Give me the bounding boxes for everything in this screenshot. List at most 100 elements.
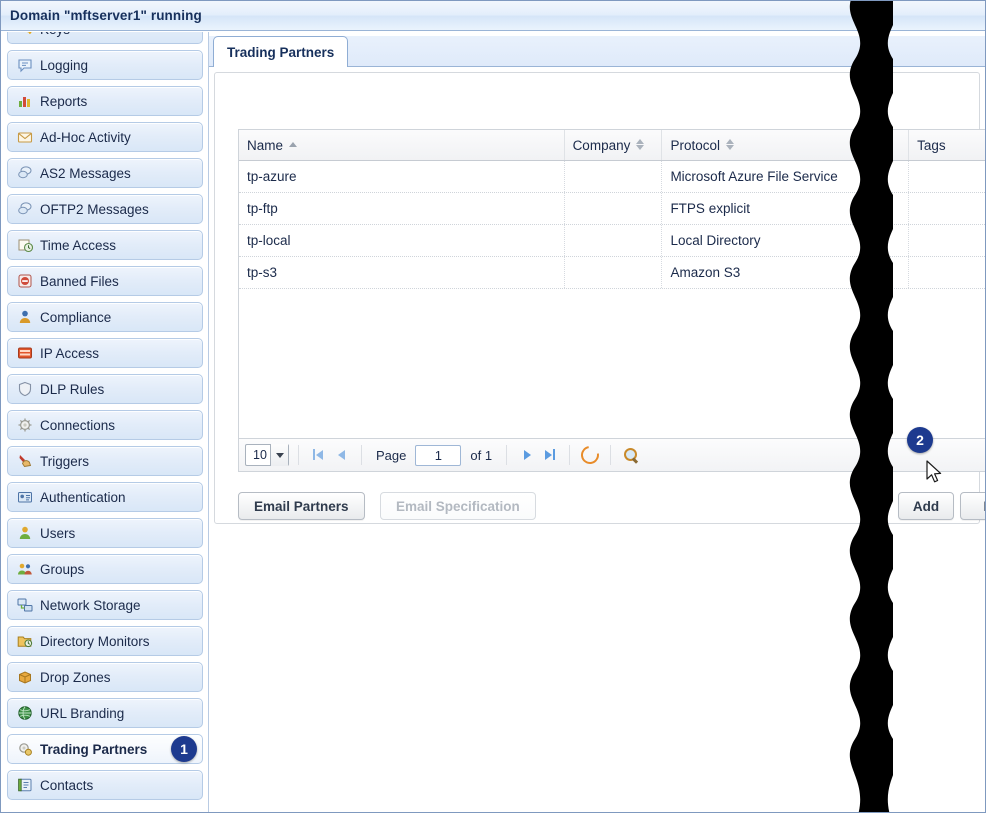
sidebar-item-compliance[interactable]: Compliance	[7, 302, 203, 332]
sidebar-item-contacts[interactable]: Contacts	[7, 770, 203, 800]
table-row[interactable]: tp-ftp FTPS explicit	[239, 193, 986, 225]
sidebar-item-label: Trading Partners	[40, 742, 147, 757]
mouse-cursor	[926, 460, 944, 486]
sidebar-item-triggers[interactable]: Triggers	[7, 446, 203, 476]
compliance-user-icon	[17, 309, 33, 325]
cell-name: tp-azure	[239, 161, 565, 192]
table-row[interactable]: tp-azure Microsoft Azure File Service	[239, 161, 986, 193]
reports-chart-icon	[17, 93, 33, 109]
sort-toggle-icon	[636, 139, 645, 151]
search-icon[interactable]	[620, 444, 642, 466]
sidebar-item-label: Directory Monitors	[40, 634, 150, 649]
domain-status-title: Domain "mftserver1" running	[10, 8, 202, 23]
trading-partners-panel: Name Company Protocol Tags	[214, 72, 980, 524]
sidebar-item-url-branding[interactable]: URL Branding	[7, 698, 203, 728]
table-row[interactable]: tp-local Local Directory	[239, 225, 986, 257]
sidebar-item-reports[interactable]: Reports	[7, 86, 203, 116]
table-row[interactable]: tp-s3 Amazon S3	[239, 257, 986, 289]
sidebar-item-label: URL Branding	[40, 706, 124, 721]
grid-pager-toolbar: 10 Page 1 of 1	[238, 439, 986, 472]
trading-partners-grid[interactable]: Name Company Protocol Tags	[238, 129, 986, 439]
sidebar-item-label: Logging	[40, 58, 88, 73]
edit-button[interactable]: E	[960, 492, 986, 520]
step-badge-1: 1	[171, 736, 197, 762]
oftp2-messages-icon	[17, 201, 33, 217]
ip-access-icon	[17, 345, 33, 361]
sidebar-item-users[interactable]: Users	[7, 518, 203, 548]
sidebar-item-network-storage[interactable]: Network Storage	[7, 590, 203, 620]
page-size-select[interactable]: 10	[245, 444, 289, 466]
contacts-book-icon	[17, 777, 33, 793]
previous-page-icon[interactable]	[330, 444, 352, 466]
sidebar-item-time-access[interactable]: Time Access	[7, 230, 203, 260]
sidebar-item-groups[interactable]: Groups	[7, 554, 203, 584]
column-header-name[interactable]: Name	[239, 130, 565, 160]
add-button[interactable]: Add	[898, 492, 954, 520]
sidebar-item-label: Connections	[40, 418, 115, 433]
globe-icon	[17, 705, 33, 721]
sidebar-item-dlp-rules[interactable]: DLP Rules	[7, 374, 203, 404]
cell-company	[565, 193, 663, 224]
sidebar-item-label: AS2 Messages	[40, 166, 131, 181]
sidebar-item-label: IP Access	[40, 346, 99, 361]
cell-tags	[909, 225, 986, 256]
network-storage-icon	[17, 597, 33, 613]
refresh-icon[interactable]	[579, 444, 601, 466]
sidebar-item-banned-files[interactable]: Banned Files	[7, 266, 203, 296]
tab-trading-partners[interactable]: Trading Partners	[213, 36, 348, 67]
page-label: Page	[376, 448, 406, 463]
time-access-icon	[17, 237, 33, 253]
column-header-company[interactable]: Company	[565, 130, 663, 160]
sidebar-item-keys[interactable]: Keys	[7, 32, 203, 44]
application-window: Domain "mftserver1" running Keys Logging…	[0, 0, 986, 813]
chevron-down-icon[interactable]	[270, 444, 288, 466]
cell-company	[565, 161, 663, 192]
trading-partners-icon	[17, 741, 33, 757]
email-specification-button[interactable]: Email Specification	[380, 492, 536, 520]
connections-icon	[17, 417, 33, 433]
drop-zone-box-icon	[17, 669, 33, 685]
cell-name: tp-ftp	[239, 193, 565, 224]
sidebar-item-authentication[interactable]: Authentication	[7, 482, 203, 512]
step-badge-2: 2	[907, 427, 933, 453]
shield-icon	[17, 381, 33, 397]
directory-monitor-icon	[17, 633, 33, 649]
column-header-tags[interactable]: Tags	[909, 130, 986, 160]
sidebar-item-oftp2-messages[interactable]: OFTP2 Messages	[7, 194, 203, 224]
tab-label: Trading Partners	[227, 45, 334, 60]
cell-tags	[909, 257, 986, 288]
column-header-protocol[interactable]: Protocol	[662, 130, 909, 160]
divider	[506, 445, 507, 465]
sidebar-item-keys-clipped[interactable]: Keys	[7, 32, 203, 44]
page-number-input[interactable]: 1	[415, 445, 461, 466]
sidebar-item-ad-hoc-activity[interactable]: Ad-Hoc Activity	[7, 122, 203, 152]
first-page-icon[interactable]	[308, 444, 330, 466]
divider	[361, 445, 362, 465]
divider	[610, 445, 611, 465]
cell-company	[565, 257, 663, 288]
sidebar-item-directory-monitors[interactable]: Directory Monitors	[7, 626, 203, 656]
sidebar-item-label: Reports	[40, 94, 87, 109]
logging-icon	[17, 57, 33, 73]
sidebar-item-label: Triggers	[40, 454, 89, 469]
sidebar-item-connections[interactable]: Connections	[7, 410, 203, 440]
sidebar-item-ip-access[interactable]: IP Access	[7, 338, 203, 368]
cell-name: tp-s3	[239, 257, 565, 288]
authentication-card-icon	[17, 489, 33, 505]
sidebar-item-drop-zones[interactable]: Drop Zones	[7, 662, 203, 692]
sidebar-item-label: Network Storage	[40, 598, 141, 613]
last-page-icon[interactable]	[538, 444, 560, 466]
next-page-icon[interactable]	[516, 444, 538, 466]
column-header-label: Tags	[917, 138, 946, 153]
sidebar-item-label: Contacts	[40, 778, 93, 793]
groups-icon	[17, 561, 33, 577]
email-partners-button[interactable]: Email Partners	[238, 492, 365, 520]
navigation-sidebar[interactable]: Keys Logging Reports Ad-Hoc Activity	[2, 32, 209, 813]
column-header-label: Company	[573, 138, 631, 153]
key-icon	[17, 32, 33, 37]
divider	[298, 445, 299, 465]
cell-protocol: FTPS explicit	[662, 193, 909, 224]
sidebar-item-label: Keys	[40, 32, 70, 37]
sidebar-item-as2-messages[interactable]: AS2 Messages	[7, 158, 203, 188]
sidebar-item-logging[interactable]: Logging	[7, 50, 203, 80]
